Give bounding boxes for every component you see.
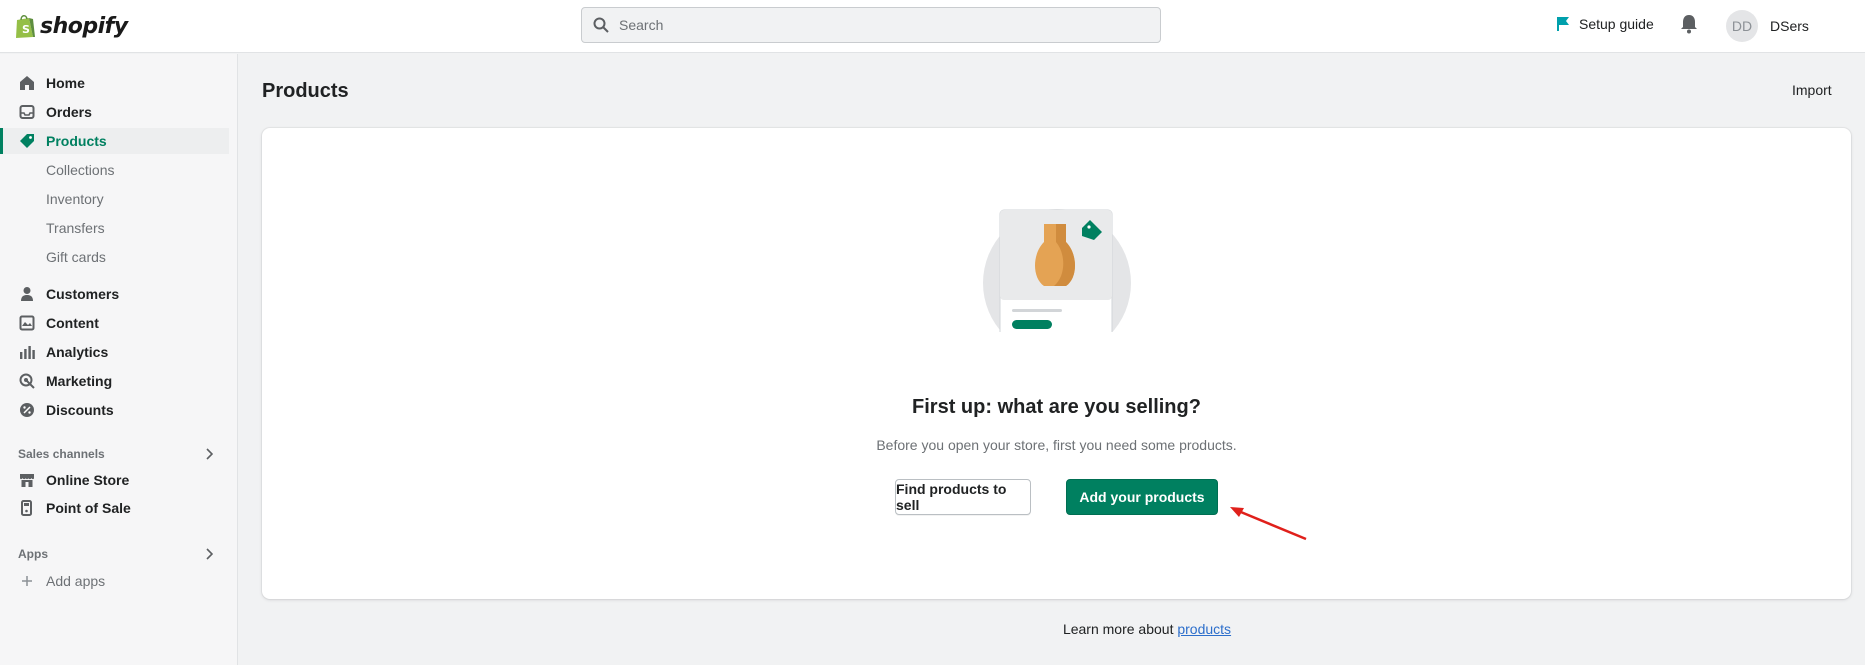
page-title: Products [262,80,349,102]
user-menu[interactable]: DD DSers [1726,10,1809,42]
notifications-button[interactable] [1680,14,1698,39]
sidebar-item-analytics[interactable]: Analytics [0,339,229,365]
chevron-right-icon[interactable] [205,548,213,560]
sidebar-item-online-store[interactable]: Online Store [0,467,229,493]
apps-title: Apps [18,547,48,561]
setup-guide-label: Setup guide [1579,16,1654,32]
bell-icon [1681,15,1697,34]
sidebar-item-label: Online Store [46,472,130,488]
sidebar-subitem-transfers[interactable]: Transfers [46,220,105,236]
sidebar-item-label: Point of Sale [46,500,131,516]
orders-icon [19,105,35,119]
search-icon [593,17,609,33]
content-icon [19,315,35,331]
red-arrow-annotation [1230,507,1307,541]
apps-label: Apps [18,547,48,561]
home-icon [20,76,34,90]
search-input[interactable]: Search [581,7,1161,43]
svg-text:S: S [22,23,30,36]
sidebar-item-customers[interactable]: Customers [0,281,229,307]
sidebar-subitem-inventory[interactable]: Inventory [46,191,104,207]
sidebar-subitem-gift-cards[interactable]: Gift cards [46,249,106,265]
find-products-button[interactable]: Find products to sell [895,479,1031,515]
shopify-logo[interactable]: S shopify [14,10,128,42]
sidebar-item-orders[interactable]: Orders [0,99,229,125]
sidebar-item-label: Marketing [46,373,113,389]
learn-more-footer: Learn more about products [0,621,1865,637]
target-icon [19,373,35,389]
plus-icon [22,576,32,586]
learn-more-text: Learn more about [1062,621,1174,637]
sidebar-item-label: Home [46,75,85,91]
logo-text: shopify [40,13,128,39]
flag-icon [1557,17,1569,31]
setup-guide-button[interactable]: Setup guide [1555,16,1654,32]
sidebar-item-label: Discounts [46,402,114,418]
empty-state-description: Before you open your store, first you ne… [876,437,1237,453]
sidebar-item-label: Analytics [46,344,109,360]
store-icon [20,474,34,487]
tag-icon [20,134,34,148]
sidebar-item-label: Products [46,133,107,149]
empty-state-card: First up: what are you selling? Before y… [262,128,1851,599]
sidebar-item-content[interactable]: Content [0,310,229,336]
sales-channels-label: Sales channels [18,447,105,461]
user-name: DSers [1770,18,1809,34]
shopify-bag-icon: S [16,15,35,38]
bar-chart-icon [20,346,35,359]
top-bar: S shopify Search Setup guide DD DSers [0,0,1865,53]
sidebar-item-home[interactable]: Home [0,70,229,96]
products-help-link[interactable]: products [1177,621,1231,637]
add-apps-button[interactable]: Add apps [0,568,229,594]
sales-channels-title: Sales channels [18,447,105,461]
sidebar-item-label: Orders [46,104,92,120]
import-button[interactable]: Import [1792,82,1832,98]
person-icon [21,287,33,301]
sidebar-item-point-of-sale[interactable]: Point of Sale [0,495,229,521]
search-placeholder: Search [619,17,664,33]
sidebar-item-marketing[interactable]: Marketing [0,368,229,394]
add-products-button[interactable]: Add your products [1066,479,1218,515]
sidebar-item-label: Customers [46,286,120,302]
pos-icon [21,500,32,516]
sidebar-item-discounts[interactable]: Discounts [0,397,229,423]
add-apps-label: Add apps [46,573,106,589]
sidebar-item-label: Content [46,315,99,331]
chevron-right-icon[interactable] [205,448,213,460]
product-illustration [982,209,1132,336]
avatar: DD [1726,10,1758,42]
discount-icon [20,403,34,417]
empty-state-heading: First up: what are you selling? [912,396,1201,418]
sidebar: Home Orders Products Collections Invento… [0,54,238,665]
sidebar-subitem-collections[interactable]: Collections [46,162,114,178]
sidebar-item-products[interactable]: Products [0,128,229,154]
